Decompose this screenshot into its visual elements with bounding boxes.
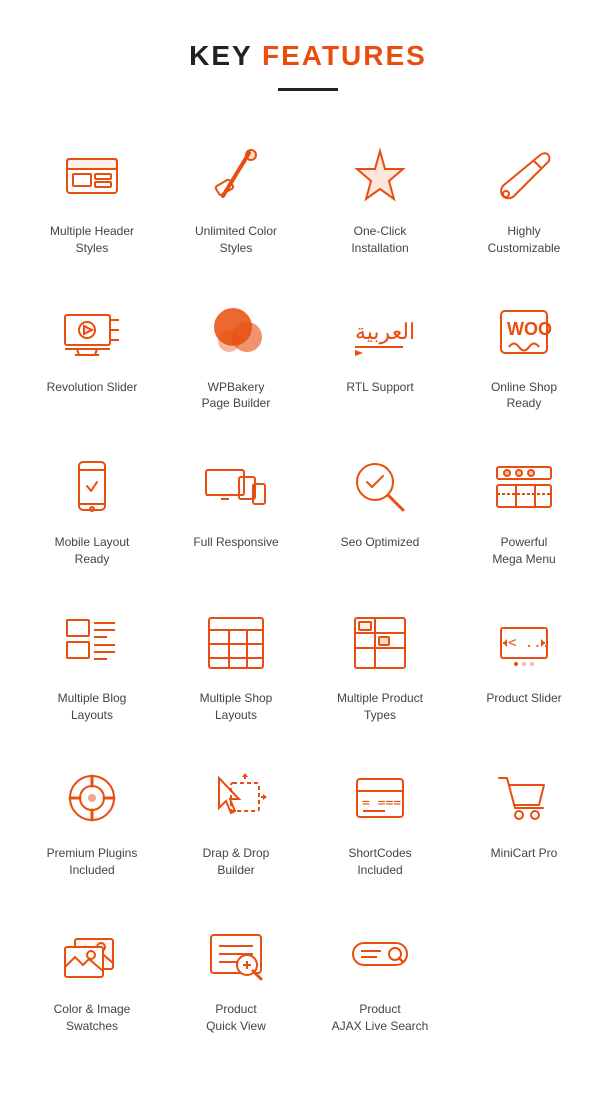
feature-premium-plugins-included: Premium PluginsIncluded [20, 743, 164, 899]
svg-text:< ... >: < ... > [508, 635, 559, 651]
color-image-swatches-icon [57, 919, 127, 989]
rtl-support-icon: العربية [345, 297, 415, 367]
feature-rtl-support: العربية RTL Support [308, 277, 452, 433]
minicart-pro-icon [489, 763, 559, 833]
multiple-blog-layouts-icon [57, 608, 127, 678]
feature-unlimited-color-styles: Unlimited ColorStyles [164, 121, 308, 277]
feature-seo-optimized: Seo Optimized [308, 432, 452, 588]
feature-shortcodes-included: = === ShortCodesIncluded [308, 743, 452, 899]
feature-one-click-installation: One-ClickInstallation [308, 121, 452, 277]
feature-mobile-layout-ready: Mobile LayoutReady [20, 432, 164, 588]
drag-drop-builder-icon [201, 763, 271, 833]
page-title: KEY FEATURES [0, 0, 616, 82]
wpbakery-page-builder-icon [201, 297, 271, 367]
mobile-layout-ready-label: Mobile LayoutReady [55, 534, 130, 568]
unlimited-color-styles-icon [201, 141, 271, 211]
features-grid: Multiple HeaderStyles Unlimited ColorSty… [0, 121, 616, 1055]
feature-revolution-slider: Revolution Slider [20, 277, 164, 433]
multiple-product-types-label: Multiple ProductTypes [337, 690, 423, 724]
highly-customizable-label: HighlyCustomizable [488, 223, 561, 257]
multiple-header-styles-icon [57, 141, 127, 211]
premium-plugins-included-label: Premium PluginsIncluded [47, 845, 138, 879]
product-quick-view-label: ProductQuick View [206, 1001, 266, 1035]
seo-optimized-label: Seo Optimized [341, 534, 420, 551]
multiple-shop-layouts-icon [201, 608, 271, 678]
title-key: KEY [189, 40, 252, 71]
svg-text:WOO: WOO [507, 319, 552, 339]
feature-product-slider: < ... > Product Slider [452, 588, 596, 744]
product-quick-view-icon [201, 919, 271, 989]
feature-empty [452, 899, 596, 1055]
feature-powerful-mega-menu: PowerfulMega Menu [452, 432, 596, 588]
svg-text:العربية: العربية [355, 319, 415, 345]
online-shop-ready-icon: WOO [489, 297, 559, 367]
feature-online-shop-ready: WOO Online ShopReady [452, 277, 596, 433]
feature-product-ajax-live-search: ProductAJAX Live Search [308, 899, 452, 1055]
one-click-installation-icon [345, 141, 415, 211]
rtl-support-label: RTL Support [346, 379, 413, 396]
feature-multiple-blog-layouts: Multiple BlogLayouts [20, 588, 164, 744]
multiple-header-styles-label: Multiple HeaderStyles [50, 223, 134, 257]
feature-multiple-product-types: Multiple ProductTypes [308, 588, 452, 744]
product-slider-label: Product Slider [486, 690, 561, 707]
powerful-mega-menu-icon [489, 452, 559, 522]
product-ajax-live-search-label: ProductAJAX Live Search [332, 1001, 429, 1035]
seo-optimized-icon [345, 452, 415, 522]
shortcodes-included-label: ShortCodesIncluded [348, 845, 411, 879]
online-shop-ready-label: Online ShopReady [491, 379, 557, 413]
feature-minicart-pro: MiniCart Pro [452, 743, 596, 899]
feature-full-responsive: Full Responsive [164, 432, 308, 588]
feature-product-quick-view: ProductQuick View [164, 899, 308, 1055]
title-features: FEATURES [262, 40, 427, 71]
feature-highly-customizable: HighlyCustomizable [452, 121, 596, 277]
highly-customizable-icon [489, 141, 559, 211]
svg-text:= ===: = === [362, 796, 401, 811]
multiple-product-types-icon [345, 608, 415, 678]
revolution-slider-label: Revolution Slider [47, 379, 138, 396]
drag-drop-builder-label: Drap & DropBuilder [203, 845, 270, 879]
feature-drag-drop-builder: Drap & DropBuilder [164, 743, 308, 899]
wpbakery-page-builder-label: WPBakeryPage Builder [202, 379, 271, 413]
feature-wpbakery-page-builder: WPBakeryPage Builder [164, 277, 308, 433]
mobile-layout-ready-icon [57, 452, 127, 522]
color-image-swatches-label: Color & ImageSwatches [54, 1001, 131, 1035]
premium-plugins-included-icon [57, 763, 127, 833]
revolution-slider-icon [57, 297, 127, 367]
product-slider-icon: < ... > [489, 608, 559, 678]
feature-multiple-shop-layouts: Multiple ShopLayouts [164, 588, 308, 744]
powerful-mega-menu-label: PowerfulMega Menu [492, 534, 555, 568]
one-click-installation-label: One-ClickInstallation [351, 223, 408, 257]
product-ajax-live-search-icon [345, 919, 415, 989]
multiple-blog-layouts-label: Multiple BlogLayouts [58, 690, 127, 724]
full-responsive-label: Full Responsive [193, 534, 278, 551]
title-divider [278, 88, 338, 91]
full-responsive-icon [201, 452, 271, 522]
minicart-pro-label: MiniCart Pro [491, 845, 558, 862]
unlimited-color-styles-label: Unlimited ColorStyles [195, 223, 277, 257]
feature-color-image-swatches: Color & ImageSwatches [20, 899, 164, 1055]
multiple-shop-layouts-label: Multiple ShopLayouts [200, 690, 273, 724]
shortcodes-included-icon: = === [345, 763, 415, 833]
feature-multiple-header-styles: Multiple HeaderStyles [20, 121, 164, 277]
